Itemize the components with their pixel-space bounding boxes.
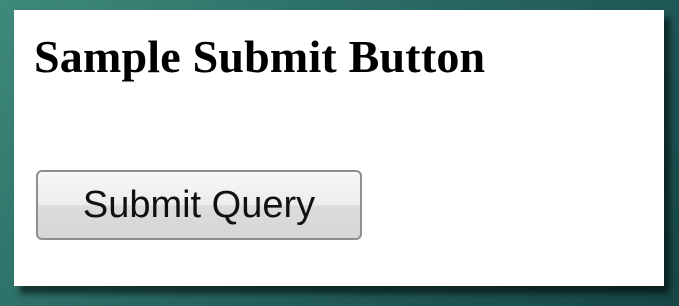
page-title: Sample Submit Button xyxy=(34,31,486,82)
submit-query-button[interactable]: Submit Query xyxy=(36,170,362,240)
content-card: Sample Submit Button Submit Query xyxy=(14,10,664,286)
